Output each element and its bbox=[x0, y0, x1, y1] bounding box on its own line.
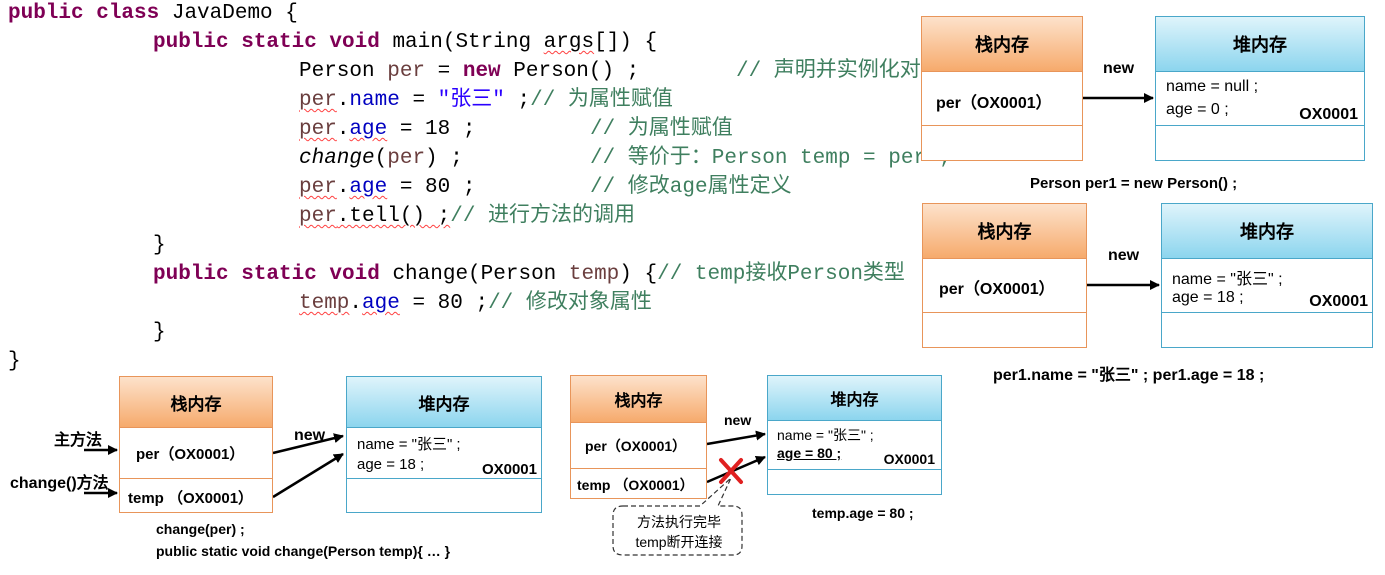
stack-title: 栈内存 bbox=[120, 377, 272, 428]
heap-memory-box: 堆内存 name = "张三" ; age = 18 ; OX0001 bbox=[1161, 203, 1373, 348]
heap-field-name: name = "张三" ; bbox=[1172, 271, 1283, 288]
stack-memory-box: 栈内存 per（OX0001） bbox=[922, 203, 1087, 348]
label-main-method: 主方法 bbox=[54, 432, 103, 449]
cross-mark-icon bbox=[719, 458, 743, 484]
stack-reference-per: per（OX0001） bbox=[136, 446, 245, 463]
heap-field-name: name = null ; bbox=[1166, 78, 1259, 95]
heap-memory-box: 堆内存 name = "张三" ; age = 18 ; OX0001 bbox=[346, 376, 542, 513]
arrow-label-new: new bbox=[724, 412, 752, 428]
stack-reference-per: per（OX0001） bbox=[585, 438, 687, 454]
caption-signature: public static void change(Person temp){ … bbox=[156, 543, 451, 559]
divider bbox=[347, 478, 541, 479]
heap-field-age: age = 18 ; bbox=[1172, 289, 1244, 306]
arrow-label-new: new bbox=[1103, 60, 1135, 77]
heap-address: OX0001 bbox=[481, 461, 537, 478]
divider bbox=[768, 469, 941, 470]
reference-arrow bbox=[272, 452, 344, 499]
divider bbox=[923, 312, 1086, 313]
caption: Person per1 = new Person() ; bbox=[1030, 175, 1238, 192]
label-change-method: change()方法 bbox=[10, 475, 109, 492]
stack-title: 栈内存 bbox=[571, 376, 706, 423]
callout-line: 方法执行完毕 bbox=[637, 514, 721, 530]
stack-title: 栈内存 bbox=[923, 204, 1086, 259]
heap-title: 堆内存 bbox=[1162, 204, 1372, 259]
caption-call: change(per) ; bbox=[156, 521, 245, 537]
heap-address: OX0001 bbox=[883, 451, 935, 467]
stack-reference-temp: temp （OX0001） bbox=[128, 490, 254, 507]
new-arrow bbox=[706, 430, 766, 446]
callout-line: temp断开连接 bbox=[635, 534, 723, 550]
heap-title: 堆内存 bbox=[1156, 17, 1364, 72]
caption: per1.name = "张三" ; per1.age = 18 ; bbox=[993, 367, 1265, 384]
heap-memory-box: 堆内存 name = null ; age = 0 ; OX0001 bbox=[1155, 16, 1365, 161]
divider bbox=[120, 478, 272, 479]
divider bbox=[1156, 125, 1364, 126]
arrow-label-new: new bbox=[294, 427, 326, 444]
stack-title: 栈内存 bbox=[922, 17, 1082, 72]
heap-title: 堆内存 bbox=[768, 376, 941, 421]
arrow-label-new: new bbox=[1108, 247, 1140, 264]
heap-field-name: name = "张三" ; bbox=[357, 436, 461, 453]
heap-field-name: name = "张三" ; bbox=[777, 427, 874, 443]
divider bbox=[571, 468, 706, 469]
callout-text: 方法执行完毕 temp断开连接 bbox=[623, 512, 735, 552]
stack-memory-box: 栈内存 per（OX0001） bbox=[921, 16, 1083, 161]
stack-memory-box: 栈内存 per（OX0001） temp （OX0001） bbox=[119, 376, 273, 513]
heap-field-age: age = 80 ; bbox=[777, 445, 842, 461]
heap-memory-box: 堆内存 name = "张三" ; age = 80 ; OX0001 bbox=[767, 375, 942, 495]
stack-memory-box: 栈内存 per（OX0001） temp （OX0001） bbox=[570, 375, 707, 499]
heap-title: 堆内存 bbox=[347, 377, 541, 428]
stack-reference-temp: temp （OX0001） bbox=[577, 477, 694, 493]
divider bbox=[1162, 312, 1372, 313]
heap-field-age: age = 18 ; bbox=[357, 456, 425, 473]
heap-field-age: age = 0 ; bbox=[1166, 101, 1229, 118]
divider bbox=[922, 125, 1082, 126]
heap-address: OX0001 bbox=[1299, 106, 1358, 123]
heap-address: OX0001 bbox=[1309, 293, 1368, 310]
stack-reference: per（OX0001） bbox=[939, 281, 1055, 298]
stack-reference: per（OX0001） bbox=[936, 95, 1052, 112]
caption: temp.age = 80 ; bbox=[812, 505, 914, 521]
